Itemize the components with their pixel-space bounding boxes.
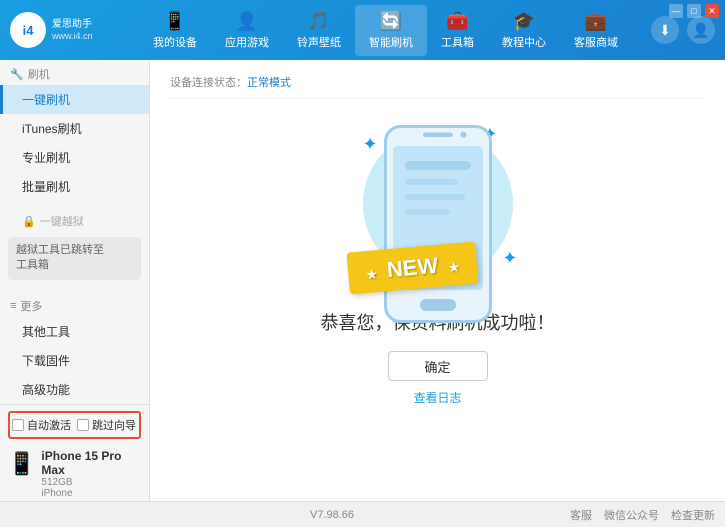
sidebar: 🔧 刷机 一键刷机 iTunes刷机 专业刷机 批量刷机 🔒 一键越狱 越狱工具…	[0, 60, 150, 501]
tab-apps-games[interactable]: 👤 应用游戏	[211, 5, 283, 56]
footer-link-update[interactable]: 检查更新	[671, 507, 715, 523]
user-button[interactable]: 👤	[687, 16, 715, 44]
sidebar-item-pro-flash[interactable]: 专业刷机	[0, 143, 149, 172]
tab-my-device[interactable]: 📱 我的设备	[139, 5, 211, 56]
smart-flash-icon: 🔄	[380, 11, 402, 32]
toolbox-icon: 🧰	[446, 11, 468, 32]
sidebar-section-flash: 🔧 刷机	[0, 60, 149, 85]
window-controls: — □ ✕	[669, 4, 719, 18]
device-phone-icon: 📱	[8, 451, 35, 477]
auto-guide-checkbox[interactable]: 跳过向导	[77, 417, 136, 433]
footer-link-service[interactable]: 客服	[570, 507, 592, 523]
status-bar: 设备连接状态： 正常模式	[170, 70, 705, 99]
header-actions: ⬇ 👤	[651, 16, 715, 44]
content-area: 设备连接状态： 正常模式 ✦ ✦ ✦	[150, 60, 725, 501]
sparkle-icon-1: ✦	[363, 134, 378, 155]
minimize-button[interactable]: —	[669, 4, 683, 18]
version-label: V7.98.66	[310, 509, 354, 521]
confirm-button[interactable]: 确定	[388, 351, 488, 381]
tab-smart-flash[interactable]: 🔄 智能刷机	[355, 5, 427, 56]
maximize-button[interactable]: □	[687, 4, 701, 18]
tutorial-icon: 🎓	[513, 11, 535, 32]
nav-tabs: 📱 我的设备 👤 应用游戏 🎵 铃声壁纸 🔄 智能刷机 🧰 工具箱 🎓	[120, 5, 651, 56]
device-storage: 512GB	[41, 477, 141, 488]
success-illustration: ✦ ✦ ✦	[321, 119, 555, 406]
sidebar-item-other-tools[interactable]: 其他工具	[0, 317, 149, 346]
service-icon: 💼	[585, 11, 607, 32]
tab-tutorial[interactable]: 🎓 教程中心	[488, 5, 560, 56]
flash-section-icon: 🔧	[10, 68, 24, 81]
download-button[interactable]: ⬇	[651, 16, 679, 44]
sidebar-section-jailbreak: 🔒 一键越狱	[0, 209, 149, 233]
header: i4 爱思助手 www.i4.cn 📱 我的设备 👤 应用游戏 🎵 铃声壁纸 🔄	[0, 0, 725, 60]
auto-activate-checkbox[interactable]: 自动激活	[12, 417, 71, 433]
footer-links: 客服 微信公众号 检查更新	[570, 507, 715, 523]
sidebar-section-more: ≡ 更多	[0, 292, 149, 317]
footer-link-wechat[interactable]: 微信公众号	[604, 507, 659, 523]
phone-svg	[378, 119, 498, 329]
logo-icon: i4	[10, 12, 46, 48]
status-mode: 正常模式	[247, 74, 291, 90]
phone-visual: ✦ ✦ ✦	[358, 119, 518, 299]
footer: V7.98.66 客服 微信公众号 检查更新	[0, 501, 725, 527]
tab-service[interactable]: 💼 客服商域	[560, 5, 632, 56]
sidebar-item-one-key-flash[interactable]: 一键刷机	[0, 85, 149, 114]
auto-guide-check[interactable]	[77, 419, 89, 431]
sidebar-item-itunes-flash[interactable]: iTunes刷机	[0, 114, 149, 143]
logo-area: i4 爱思助手 www.i4.cn	[10, 12, 120, 48]
logo-text: 爱思助手 www.i4.cn	[52, 18, 93, 43]
sidebar-item-advanced[interactable]: 高级功能	[0, 375, 149, 404]
device-name: iPhone 15 Pro Max	[41, 449, 141, 477]
auto-options-row: 自动激活 跳过向导	[8, 411, 141, 439]
tab-toolbox[interactable]: 🧰 工具箱	[427, 5, 488, 56]
lock-icon: 🔒	[22, 215, 36, 228]
sidebar-jailbreak-note: 越狱工具已跳转至工具箱	[8, 237, 141, 280]
tab-ringtone[interactable]: 🎵 铃声壁纸	[283, 5, 355, 56]
apps-icon: 👤	[236, 11, 258, 32]
sidebar-item-download-firmware[interactable]: 下载固件	[0, 346, 149, 375]
ringtone-icon: 🎵	[308, 11, 330, 32]
device-type: iPhone	[41, 488, 141, 499]
sidebar-item-batch-flash[interactable]: 批量刷机	[0, 172, 149, 201]
device-details: iPhone 15 Pro Max 512GB iPhone	[41, 449, 141, 499]
sidebar-bottom: 自动激活 跳过向导 📱 iPhone 15 Pro Max 512GB iPho…	[0, 404, 149, 501]
main-area: 🔧 刷机 一键刷机 iTunes刷机 专业刷机 批量刷机 🔒 一键越狱 越狱工具…	[0, 60, 725, 501]
view-log-link[interactable]: 查看日志	[413, 389, 461, 406]
close-button[interactable]: ✕	[705, 4, 719, 18]
my-device-icon: 📱	[164, 11, 186, 32]
device-info: 📱 iPhone 15 Pro Max 512GB iPhone	[8, 445, 141, 501]
auto-activate-check[interactable]	[12, 419, 24, 431]
more-section-icon: ≡	[10, 300, 16, 312]
sparkle-icon-3: ✦	[502, 248, 517, 269]
